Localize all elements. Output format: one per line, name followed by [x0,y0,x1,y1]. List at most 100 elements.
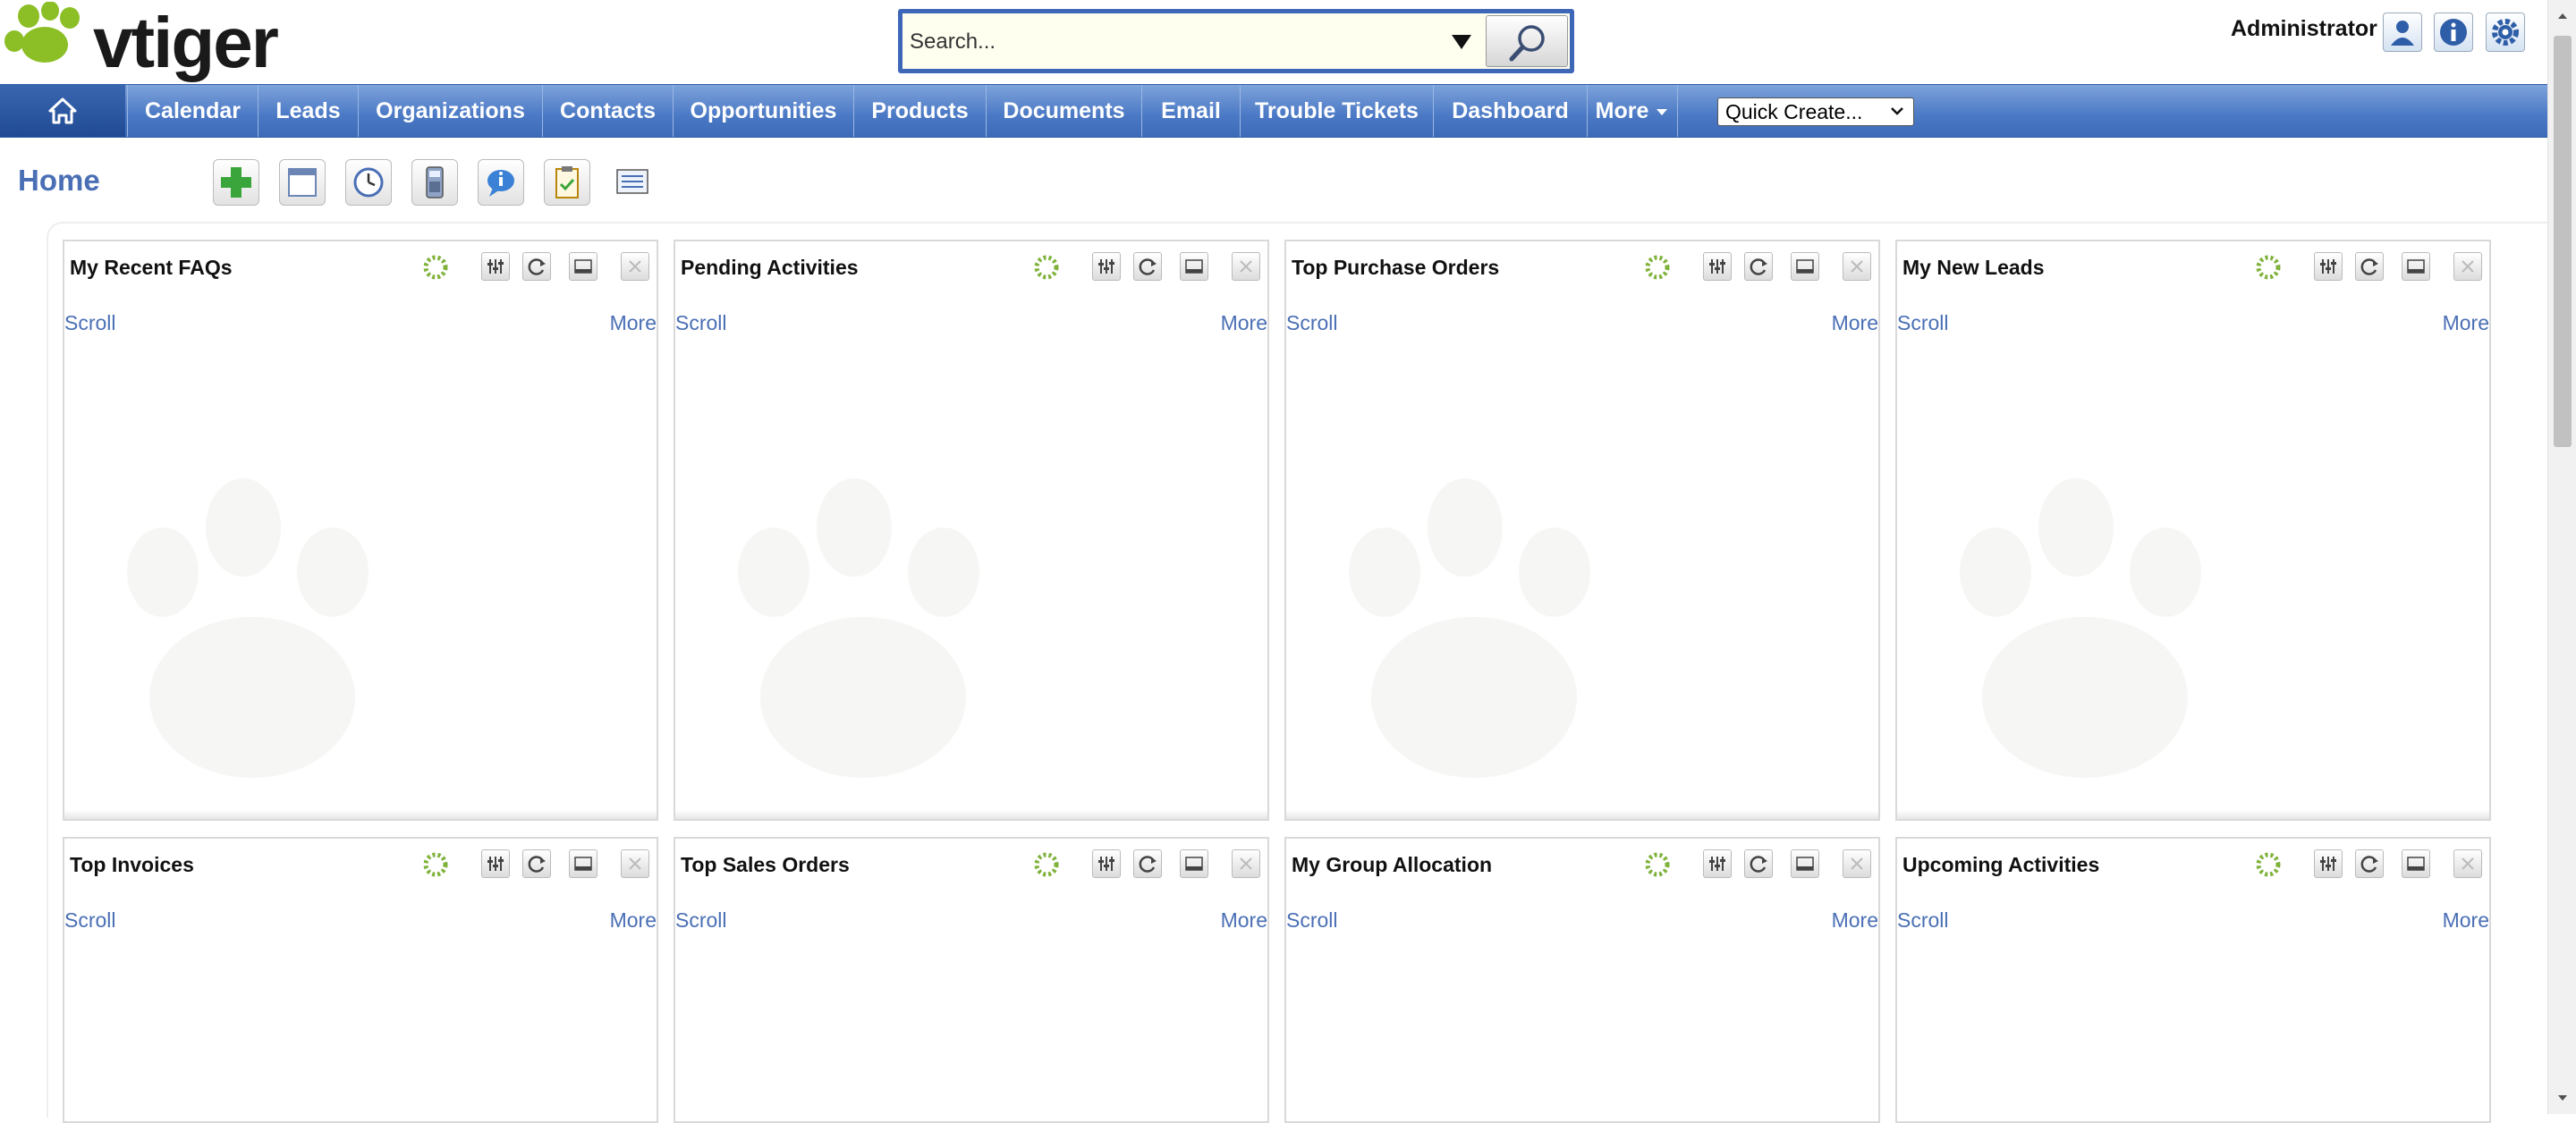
refresh-icon [2360,258,2378,275]
widget-scroll-link[interactable]: Scroll [675,311,727,335]
scrollbar-thumb[interactable] [2554,36,2572,447]
settings-button[interactable] [2486,13,2525,52]
widget-title: My Group Allocation [1292,853,1493,876]
search-button[interactable] [1486,15,1568,67]
nav-opportunities[interactable]: Opportunities [673,85,853,137]
widget-filter-button[interactable] [1092,252,1121,281]
widget-close-button[interactable] [621,849,649,878]
widget-more-link[interactable]: More [1832,908,1878,933]
widget-more-link[interactable]: More [2443,311,2489,335]
widget-title: Pending Activities [681,256,859,279]
user-profile-button[interactable] [2383,13,2422,52]
widget-more-link[interactable]: More [1832,311,1878,335]
widget-filter-button[interactable] [2314,849,2343,878]
widget-more-link[interactable]: More [610,311,657,335]
widget-footer [675,810,1267,819]
paw-watermark-icon [127,478,369,778]
add-widget-button[interactable] [213,159,259,206]
widget-close-button[interactable] [2453,252,2482,281]
widget-filter-button[interactable] [481,849,510,878]
widget-refresh-button[interactable] [1133,252,1162,281]
quick-create-select[interactable]: Quick Create... [1717,97,1914,126]
widget-refresh-button[interactable] [2355,849,2384,878]
nav-dashboard[interactable]: Dashboard [1433,85,1587,137]
vtiger-logo[interactable]: vtiger [4,1,299,82]
widget-refresh-button[interactable] [1133,849,1162,878]
nav-more[interactable]: More [1587,85,1678,137]
widget-scroll-link[interactable]: Scroll [1897,311,1949,335]
chat-button[interactable] [478,159,524,206]
widget-footer [64,810,657,819]
search-input[interactable] [910,21,1437,63]
refresh-icon [1139,856,1157,873]
widget-refresh-button[interactable] [1744,252,1773,281]
widget-close-button[interactable] [621,252,649,281]
nav-organizations[interactable]: Organizations [358,85,542,137]
widget-minimize-button[interactable] [2402,849,2430,878]
search-dropdown-icon[interactable] [1448,26,1475,56]
info-button[interactable] [2434,13,2473,52]
widget-minimize-button[interactable] [1180,252,1208,281]
widget-minimize-button[interactable] [1791,252,1819,281]
widget-filter-button[interactable] [2314,252,2343,281]
widget-minimize-button[interactable] [1180,849,1208,878]
user-icon [2391,21,2414,46]
nav-email[interactable]: Email [1141,85,1240,137]
close-icon [1240,260,1252,273]
scroll-down-icon[interactable] [2555,1091,2570,1105]
user-name[interactable]: Administrator [2231,16,2377,42]
filter-icon [487,259,504,274]
widget-filter-button[interactable] [481,252,510,281]
nav-leads[interactable]: Leads [258,85,358,137]
widget-minimize-button[interactable] [1791,849,1819,878]
widget-filter-button[interactable] [1703,252,1732,281]
widget-title: Top Invoices [70,853,194,876]
close-icon [2462,260,2474,273]
widget-more-link[interactable]: More [1221,908,1267,933]
widget-scroll-link[interactable]: Scroll [1897,908,1949,933]
widget-scroll-link[interactable]: Scroll [64,908,116,933]
widget-refresh-button[interactable] [2355,252,2384,281]
widget-more-link[interactable]: More [1221,311,1267,335]
widget-close-button[interactable] [1843,849,1871,878]
loading-spinner-icon [1034,852,1059,877]
widget-refresh-button[interactable] [522,849,551,878]
widget-scroll-link[interactable]: Scroll [1286,908,1338,933]
widget-minimize-button[interactable] [2402,252,2430,281]
widget-minimize-button[interactable] [569,849,597,878]
widget-close-button[interactable] [1232,252,1260,281]
layout-button[interactable] [279,159,326,206]
notebook-button[interactable] [610,159,657,206]
widget-filter-button[interactable] [1703,849,1732,878]
widget-scroll-link[interactable]: Scroll [1286,311,1338,335]
home-button[interactable] [0,85,125,137]
widget-refresh-button[interactable] [522,252,551,281]
widget-minimize-button[interactable] [569,252,597,281]
clipboard-button[interactable] [544,159,590,206]
widget-more-link[interactable]: More [610,908,657,933]
widget-upcoming-activities: Upcoming Activities Scroll More [1895,837,2491,1123]
filter-icon [1098,857,1114,871]
widget-filter-button[interactable] [1092,849,1121,878]
widget-title: Top Purchase Orders [1292,256,1500,279]
widget-refresh-button[interactable] [1744,849,1773,878]
widget-close-button[interactable] [1843,252,1871,281]
loading-spinner-icon [423,852,448,877]
clock-button[interactable] [345,159,392,206]
nav-documents[interactable]: Documents [986,85,1141,137]
nav-trouble-tickets[interactable]: Trouble Tickets [1240,85,1433,137]
widget-scroll-link[interactable]: Scroll [64,311,116,335]
filter-icon [1098,259,1114,274]
page-scrollbar[interactable] [2547,0,2576,1114]
widget-more-link[interactable]: More [2443,908,2489,933]
widget-scroll-link[interactable]: Scroll [675,908,727,933]
nav-contacts[interactable]: Contacts [542,85,673,137]
scroll-up-icon[interactable] [2555,9,2570,23]
widget-close-button[interactable] [2453,849,2482,878]
nav-products[interactable]: Products [853,85,986,137]
widget-close-button[interactable] [1232,849,1260,878]
filter-icon [2320,857,2336,871]
close-icon [1240,857,1252,870]
calculator-button[interactable] [411,159,458,206]
nav-calendar[interactable]: Calendar [127,85,258,137]
